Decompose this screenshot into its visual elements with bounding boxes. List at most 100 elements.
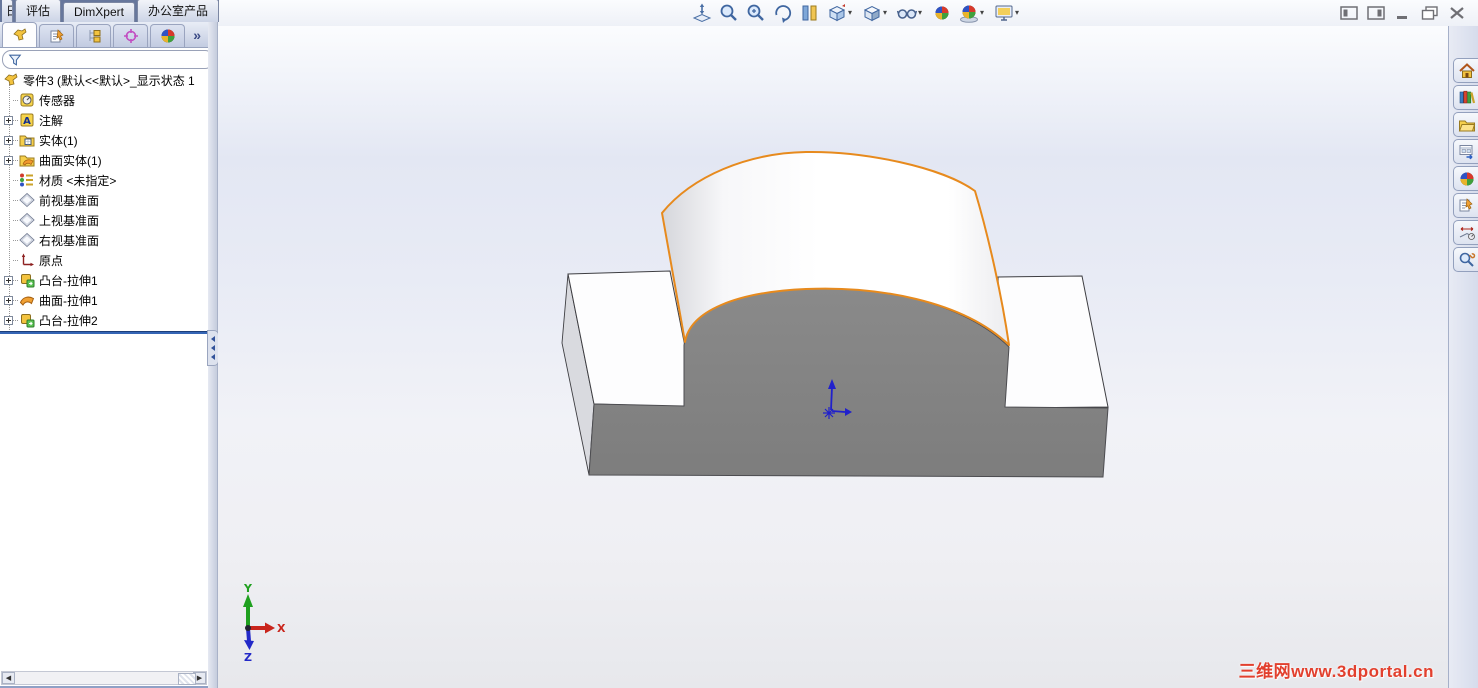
tree-horizontal-scrollbar[interactable]: ◀ ▶ — [1, 671, 207, 685]
expander-icon[interactable] — [4, 155, 13, 165]
taskpane-tab-custom-properties[interactable] — [1453, 193, 1478, 218]
graphics-viewport[interactable]: Y X Z 三维网www.3dportal.cn — [218, 26, 1448, 688]
feature-tree: 零件3 (默认<<默认>_显示状态 1 传感器 A 注解实体(1) 曲面实体(1) 材质 … — [0, 70, 208, 332]
section-view-icon — [799, 2, 821, 24]
rollback-bar[interactable] — [0, 331, 208, 334]
hud-section-view-button[interactable] — [798, 1, 822, 25]
featuremanager-icon — [12, 27, 28, 43]
manager-tab-featuremanager[interactable] — [2, 22, 37, 47]
commandmanager-tabs: 日评估DimXpert办公室产品 — [0, 0, 219, 22]
close-button[interactable] — [1448, 6, 1466, 25]
tree-item[interactable]: 实体(1) — [0, 130, 208, 150]
search-tools-icon — [1458, 251, 1476, 269]
task-pane-tab-strip — [1448, 26, 1478, 688]
tree-item[interactable]: 前视基准面 — [0, 190, 208, 210]
dropdown-caret-icon[interactable] — [980, 9, 988, 17]
expander-icon[interactable] — [4, 115, 13, 125]
watermark-text: 三维网www.3dportal.cn — [1238, 662, 1434, 681]
tree-item[interactable]: 凸台-拉伸1 — [0, 270, 208, 290]
tree-connector — [13, 139, 18, 141]
manager-tabs-overflow[interactable]: » — [193, 27, 201, 43]
tree-filter-input[interactable] — [2, 50, 214, 69]
triad-x-label: X — [277, 622, 286, 635]
tree-item-label: 注解 — [39, 113, 64, 128]
tree-item[interactable]: 曲面实体(1) — [0, 150, 208, 170]
pane-right-button[interactable] — [1367, 6, 1385, 25]
command-tab[interactable]: 评估 — [14, 0, 61, 22]
manager-tab-displaymanager[interactable] — [150, 24, 185, 47]
dropdown-caret-icon[interactable] — [1015, 9, 1023, 17]
panel-divider[interactable] — [207, 22, 219, 688]
collapse-arrow-icon — [211, 336, 215, 342]
tree-connector — [13, 219, 18, 221]
command-tab[interactable]: 办公室产品 — [136, 0, 219, 22]
hud-zoom-in-out-button[interactable] — [744, 1, 768, 25]
right-block-top-face[interactable] — [997, 275, 1109, 409]
command-tab-fragment[interactable]: 日 — [2, 0, 13, 22]
hud-view-settings-button[interactable] — [992, 1, 1024, 25]
tree-item[interactable]: 凸台-拉伸2 — [0, 310, 208, 330]
tree-item-label: 传感器 — [39, 93, 76, 108]
plane-icon — [19, 212, 35, 228]
material-icon — [19, 172, 35, 188]
tree-item[interactable]: 上视基准面 — [0, 210, 208, 230]
taskpane-tab-dimension-tools[interactable] — [1453, 220, 1478, 245]
minimize-button[interactable] — [1394, 6, 1412, 25]
expander-icon[interactable] — [4, 315, 13, 325]
hud-zoom-to-area-button[interactable] — [717, 1, 741, 25]
view-reference-triad: Y X Z — [243, 582, 286, 664]
displaymanager-icon — [160, 28, 176, 44]
model-3d-view: Y X Z — [243, 150, 1109, 664]
solid-bodies-icon — [19, 132, 35, 148]
boss-extrude-icon — [19, 272, 35, 288]
command-tab[interactable]: DimXpert — [62, 2, 135, 22]
restore-button[interactable] — [1421, 6, 1439, 25]
tree-item[interactable]: 材质 <未指定> — [0, 170, 208, 190]
tree-item[interactable]: A 注解 — [0, 110, 208, 130]
tree-item[interactable]: 曲面-拉伸1 — [0, 290, 208, 310]
hud-display-style-button[interactable] — [860, 1, 892, 25]
annotations-icon: A — [19, 112, 35, 128]
hud-apply-scene-button[interactable] — [957, 1, 989, 25]
dropdown-caret-icon[interactable] — [883, 9, 891, 17]
scroll-left-button[interactable]: ◀ — [2, 672, 15, 684]
propertymanager-icon — [49, 28, 65, 44]
expander-icon[interactable] — [4, 295, 13, 305]
manager-tab-configurationmanager[interactable] — [76, 24, 111, 47]
heads-up-view-toolbar — [690, 1, 1024, 25]
tree-item[interactable]: 原点 — [0, 250, 208, 270]
scrollbar-thumb[interactable] — [178, 673, 196, 685]
apply-scene-icon — [958, 2, 980, 24]
custom-properties-icon — [1458, 197, 1476, 215]
pane-left-button[interactable] — [1340, 6, 1358, 25]
hud-zoom-to-fit-button[interactable] — [690, 1, 714, 25]
tree-connector — [13, 119, 18, 121]
manager-tab-propertymanager[interactable] — [39, 24, 74, 47]
view-palette-icon — [1458, 143, 1476, 161]
taskpane-tab-search-tools[interactable] — [1453, 247, 1478, 272]
hud-edit-appearance-button[interactable] — [930, 1, 954, 25]
taskpane-tab-design-library[interactable] — [1453, 85, 1478, 110]
tree-item[interactable]: 零件3 (默认<<默认>_显示状态 1 — [0, 70, 208, 90]
filter-funnel-icon — [8, 53, 22, 67]
hud-rotate-view-button[interactable] — [771, 1, 795, 25]
dropdown-caret-icon[interactable] — [848, 9, 856, 17]
zoom-in-out-icon — [745, 2, 767, 24]
taskpane-tab-appearances[interactable] — [1453, 166, 1478, 191]
hide-show-items-icon — [896, 2, 918, 24]
expander-icon[interactable] — [4, 275, 13, 285]
expander-icon[interactable] — [4, 135, 13, 145]
hud-hide-show-items-button[interactable] — [895, 1, 927, 25]
dropdown-caret-icon[interactable] — [918, 9, 926, 17]
taskpane-tab-file-explorer[interactable] — [1453, 112, 1478, 137]
tree-item[interactable]: 传感器 — [0, 90, 208, 110]
taskpane-tab-resources-home[interactable] — [1453, 58, 1478, 83]
tree-item[interactable]: 右视基准面 — [0, 230, 208, 250]
tree-item-label: 前视基准面 — [39, 193, 100, 208]
collapse-arrow-icon — [211, 345, 215, 351]
minimize-icon — [1394, 6, 1412, 20]
manager-tab-dimxpertmanager[interactable] — [113, 24, 148, 47]
hud-view-orientation-button[interactable] — [825, 1, 857, 25]
taskpane-tab-view-palette[interactable] — [1453, 139, 1478, 164]
surface-bodies-icon — [19, 152, 35, 168]
